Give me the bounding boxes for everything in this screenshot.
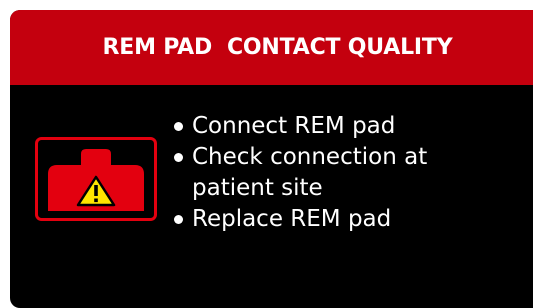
bullet-point <box>174 215 183 224</box>
instruction-list: Connect REM pad Check connection at pati… <box>168 111 492 235</box>
instruction-text: Replace REM pad <box>192 206 392 232</box>
instruction-item: Connect REM pad <box>168 111 492 142</box>
alert-body: Connect REM pad Check connection at pati… <box>10 85 533 308</box>
instruction-text: Check connection at patient site <box>192 144 428 201</box>
instruction-item: Check connection at patient site <box>168 142 492 204</box>
instruction-text: Connect REM pad <box>192 113 396 139</box>
rem-pad-alert-panel: REM PAD CONTACT QUALITY Connect REM pad … <box>10 10 533 308</box>
alert-header: REM PAD CONTACT QUALITY <box>10 10 533 85</box>
rem-pad-warning-icon <box>35 137 157 221</box>
alert-title: REM PAD CONTACT QUALITY <box>102 35 453 60</box>
bullet-point <box>174 153 183 162</box>
bullet-point <box>174 122 183 131</box>
instruction-item: Replace REM pad <box>168 204 492 235</box>
